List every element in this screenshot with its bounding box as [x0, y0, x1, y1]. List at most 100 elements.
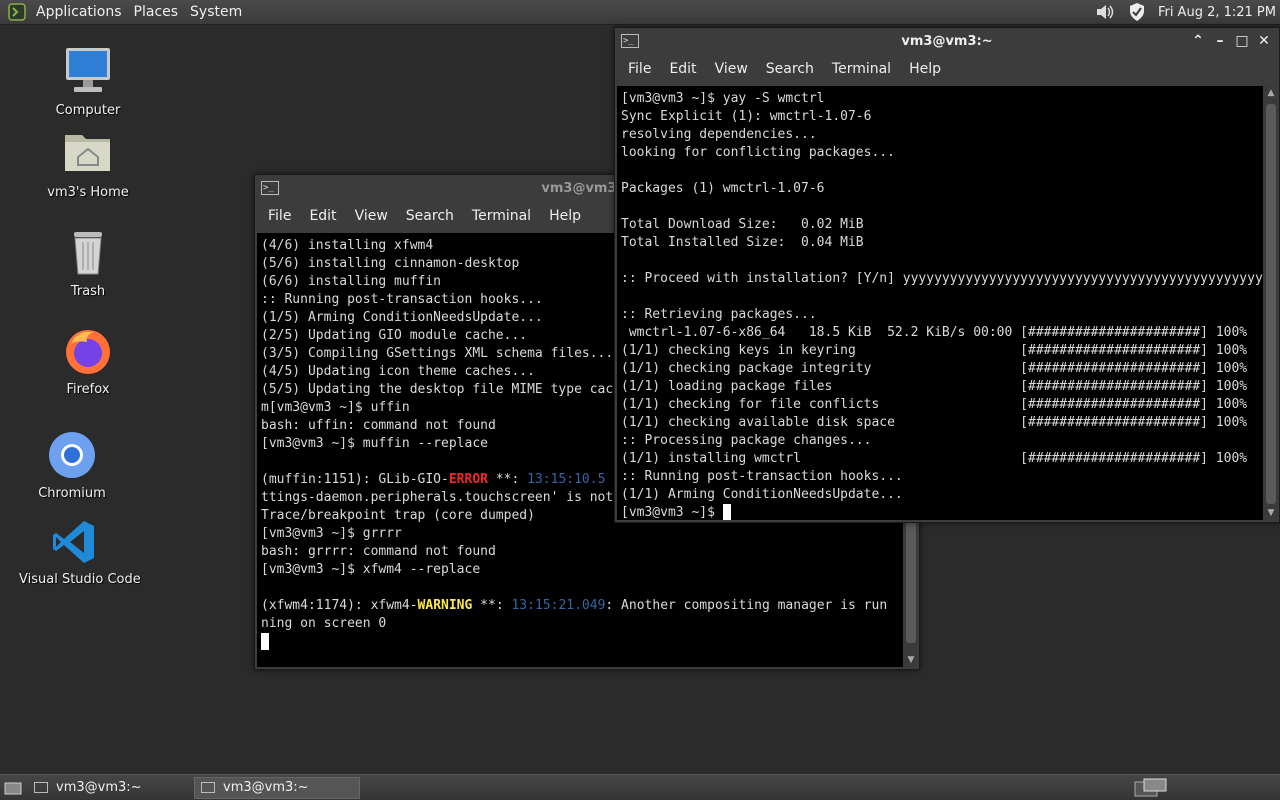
- menu-search[interactable]: Search: [757, 61, 823, 77]
- chromium-icon: [49, 432, 95, 478]
- menu-file[interactable]: File: [619, 61, 660, 77]
- desktop-icon-trash[interactable]: Trash: [33, 228, 143, 299]
- menu-help[interactable]: Help: [540, 208, 590, 224]
- terminal-line: [vm3@vm3 ~]$ yay -S wmctrl: [621, 91, 825, 106]
- menu-edit[interactable]: Edit: [660, 61, 705, 77]
- applications-menu[interactable]: Applications: [30, 4, 128, 20]
- terminal-menubar: File Edit View Search Terminal Help: [615, 54, 1279, 84]
- terminal-line: (1/1) checking available disk space [###…: [621, 415, 1248, 430]
- terminal-line: looking for conflicting packages...: [621, 145, 895, 160]
- menu-help[interactable]: Help: [900, 61, 950, 77]
- window-title: vm3@vm3:~: [901, 33, 993, 49]
- terminal-line: bash: grrrr: command not found: [261, 544, 496, 559]
- terminal-line: (1/1) checking keys in keyring [########…: [621, 343, 1248, 358]
- menu-terminal[interactable]: Terminal: [823, 61, 900, 77]
- terminal-line: :: Running post-transaction hooks...: [621, 469, 903, 484]
- desktop-icon-home[interactable]: vm3's Home: [33, 127, 143, 200]
- desktop-icon-label: vm3's Home: [47, 185, 129, 200]
- taskbar-window-button[interactable]: vm3@vm3:~: [28, 777, 190, 799]
- top-panel: Applications Places System Fri Aug 2, 1:…: [0, 0, 1280, 25]
- log-separator: **:: [472, 598, 512, 613]
- scroll-up-icon[interactable]: ▲: [1264, 88, 1278, 98]
- taskbar-window-label: vm3@vm3:~: [56, 780, 142, 795]
- terminal-icon: >_: [261, 181, 279, 195]
- menu-view[interactable]: View: [346, 208, 397, 224]
- desktop-icon-chromium[interactable]: Chromium: [17, 430, 127, 501]
- shield-icon[interactable]: [1128, 2, 1146, 22]
- desktop-icon-label: Trash: [70, 284, 106, 299]
- desktop-icon-label: Firefox: [66, 382, 110, 397]
- clock[interactable]: Fri Aug 2, 1:21 PM: [1158, 5, 1276, 20]
- terminal-window-front[interactable]: >_ vm3@vm3:~ ⌃ – □ ✕ File Edit View Sear…: [614, 27, 1280, 523]
- terminal-icon: >_: [621, 34, 639, 48]
- terminal-line: (xfwm4:1174): xfwm4-WARNING **: 13:15:21…: [261, 597, 899, 615]
- vscode-icon: [53, 521, 94, 563]
- desktop-icon-label: Visual Studio Code: [19, 572, 141, 587]
- text-cursor: [722, 504, 731, 520]
- terminal-line: (1/1) checking package integrity [######…: [621, 361, 1248, 376]
- terminal-line: Sync Explicit (1): wmctrl-1.07-6: [621, 109, 872, 124]
- log-level: WARNING: [417, 598, 473, 613]
- terminal-line: (1/1) loading package files [###########…: [621, 379, 1248, 394]
- places-menu[interactable]: Places: [128, 4, 185, 20]
- terminal-line: [vm3@vm3 ~]$: [621, 504, 1259, 520]
- scroll-thumb[interactable]: [1266, 104, 1276, 504]
- system-menu[interactable]: System: [184, 4, 248, 20]
- terminal-line: (1/1) checking for file conflicts [#####…: [621, 397, 1248, 412]
- terminal-line: [vm3@vm3 ~]$ grrrr: [261, 526, 402, 541]
- terminal-line: (1/1) Arming ConditionNeedsUpdate...: [621, 487, 903, 502]
- scroll-down-icon[interactable]: ▼: [904, 655, 918, 665]
- menu-terminal[interactable]: Terminal: [463, 208, 540, 224]
- taskbar-window-button-active[interactable]: vm3@vm3:~: [194, 776, 360, 799]
- minimize-icon[interactable]: –: [1211, 32, 1229, 50]
- terminal-line: (1/1) installing wmctrl [###############…: [621, 451, 1248, 466]
- log-timestamp: 13:15:10.5: [527, 472, 606, 487]
- menu-view[interactable]: View: [706, 61, 757, 77]
- bottom-panel: vm3@vm3:~ vm3@vm3:~: [0, 774, 1280, 800]
- terminal-line: Total Download Size: 0.02 MiB: [621, 217, 864, 232]
- trash-icon: [74, 232, 102, 275]
- desktop-icon-computer[interactable]: Computer: [33, 45, 143, 118]
- terminal-output[interactable]: [vm3@vm3 ~]$ yay -S wmctrl Sync Explicit …: [617, 86, 1263, 520]
- scroll-down-icon[interactable]: ▼: [1264, 508, 1278, 518]
- taskbar-window-label: vm3@vm3:~: [223, 780, 309, 795]
- log-timestamp: 13:15:21.049: [511, 598, 606, 613]
- menu-edit[interactable]: Edit: [300, 208, 345, 224]
- show-desktop-icon[interactable]: [4, 780, 24, 796]
- roll-up-icon[interactable]: ⌃: [1189, 32, 1207, 50]
- menu-search[interactable]: Search: [397, 208, 463, 224]
- mate-menu-icon[interactable]: [8, 3, 26, 21]
- window-controls: ⌃ – □ ✕: [1189, 32, 1273, 50]
- workspace-switcher-icon[interactable]: [1134, 778, 1168, 798]
- scrollbar[interactable]: ▲ ▼: [1264, 86, 1278, 520]
- home-folder-icon: [65, 135, 110, 171]
- window-titlebar[interactable]: >_ vm3@vm3:~ ⌃ – □ ✕: [615, 28, 1279, 54]
- log-separator: **:: [487, 472, 528, 487]
- terminal-icon: [201, 782, 215, 793]
- terminal-line: Total Installed Size: 0.04 MiB: [621, 235, 864, 250]
- text-cursor: [261, 633, 269, 650]
- terminal-line: :: Retrieving packages...: [621, 307, 817, 322]
- firefox-icon: [66, 330, 110, 374]
- desktop-icon-vscode[interactable]: Visual Studio Code: [19, 518, 141, 587]
- computer-icon: [66, 48, 110, 92]
- log-prefix: (xfwm4:1174): xfwm4-: [261, 598, 418, 613]
- desktop-icon-firefox[interactable]: Firefox: [33, 326, 143, 397]
- terminal-line: ning on screen 0: [261, 616, 387, 631]
- tray: Fri Aug 2, 1:21 PM: [1094, 0, 1280, 25]
- terminal-line: resolving dependencies...: [621, 127, 817, 142]
- close-icon[interactable]: ✕: [1255, 32, 1273, 50]
- menu-file[interactable]: File: [259, 208, 300, 224]
- log-level: ERROR: [448, 472, 488, 487]
- terminal-icon: [34, 782, 48, 793]
- volume-icon[interactable]: [1094, 2, 1116, 22]
- terminal-line: :: Processing package changes...: [621, 433, 872, 448]
- terminal-line: [vm3@vm3 ~]$ xfwm4 --replace: [261, 562, 481, 577]
- desktop-icon-label: Computer: [55, 103, 121, 118]
- maximize-icon[interactable]: □: [1233, 32, 1251, 50]
